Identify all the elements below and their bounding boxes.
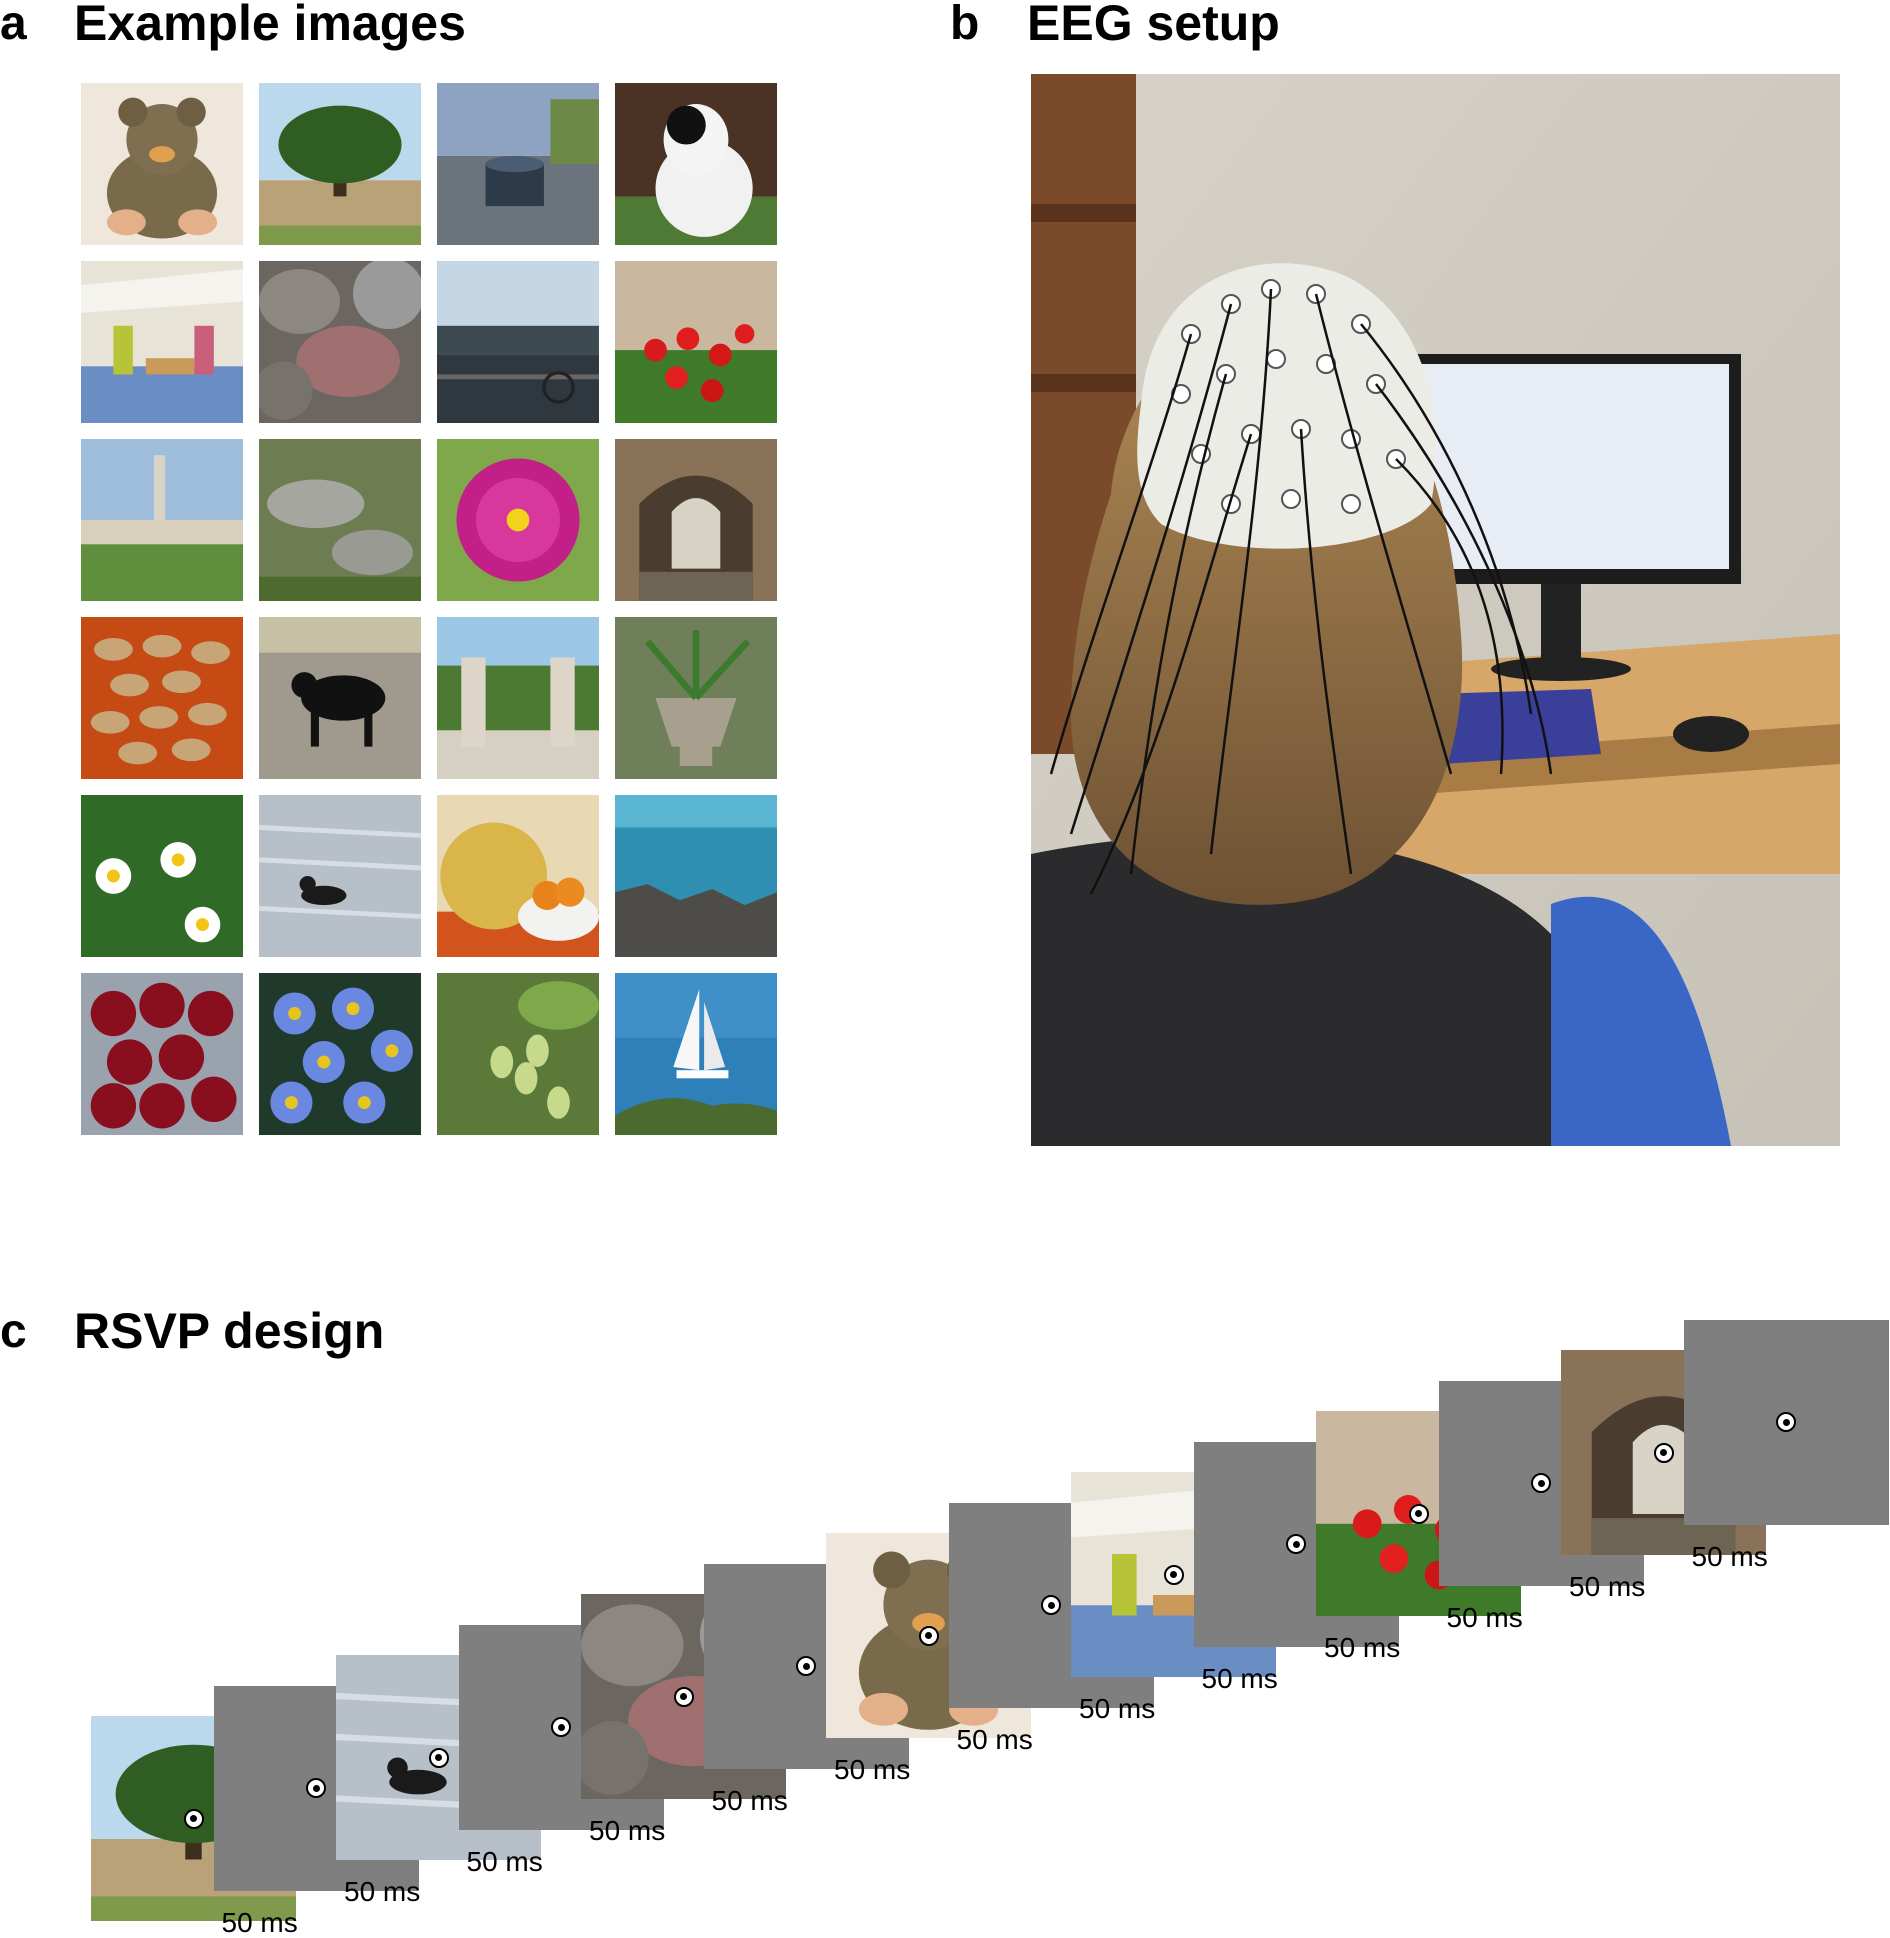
duration-label: 50 ms [466, 1845, 543, 1877]
fixation-dot [1408, 1503, 1429, 1524]
example-image-blue-asters [259, 973, 421, 1135]
example-image-bollard-by-water [437, 83, 599, 245]
example-image-market-stall [81, 261, 243, 423]
duration-label: 50 ms [956, 1723, 1033, 1755]
duration-label: 50 ms [1324, 1632, 1401, 1663]
example-image-daisies [81, 795, 243, 957]
example-image-melon-and-oranges [437, 795, 599, 957]
panel-b-letter: b [950, 0, 980, 50]
duration-label: 50 ms [221, 1906, 298, 1938]
fixation-dot [183, 1808, 204, 1829]
panel-a-title: Example images [74, 0, 466, 51]
example-image-pink-dahlia [437, 439, 599, 601]
fixation-dot [1776, 1412, 1796, 1432]
rsvp-sequence: 50 ms 50 ms 50 ms 50 ms 50 ms 50 ms 50 ms 50 ms… [0, 1300, 1890, 1936]
example-image-rocks [259, 261, 421, 423]
example-image-tree [259, 83, 421, 245]
panel-b-title: EEG setup [1027, 0, 1280, 51]
example-image-black-cow [259, 617, 421, 779]
example-image-rocky-coast [615, 795, 777, 957]
fixation-dot [551, 1717, 571, 1737]
duration-label: 50 ms [1079, 1693, 1156, 1724]
example-image-duck-on-water [259, 795, 421, 957]
fixation-dot [306, 1778, 326, 1798]
example-image-plaza-column [81, 439, 243, 601]
duration-label: 50 ms [344, 1876, 421, 1907]
example-image-sailboat [615, 973, 777, 1135]
example-image-green-berries [437, 973, 599, 1135]
duration-label: 50 ms [1201, 1662, 1278, 1694]
example-image-dog [615, 83, 777, 245]
example-image-garden-gate [437, 617, 599, 779]
fixation-dot [673, 1686, 694, 1707]
duration-label: 50 ms [1691, 1540, 1768, 1572]
fixation-dot [1286, 1534, 1306, 1554]
duration-label: 50 ms [1569, 1571, 1646, 1602]
fixation-dot [918, 1625, 939, 1646]
example-images-grid [81, 83, 781, 1138]
example-image-harbor-city [437, 261, 599, 423]
example-image-teddy-bear [81, 83, 243, 245]
duration-label: 50 ms [589, 1815, 666, 1846]
duration-label: 50 ms [1446, 1601, 1523, 1633]
example-image-cherries [81, 973, 243, 1135]
example-image-peanuts [81, 617, 243, 779]
eeg-setup-photo [1031, 74, 1840, 1146]
example-image-red-flowers-wall [615, 261, 777, 423]
fixation-dot [1041, 1595, 1061, 1615]
example-image-stone-urn-plant [615, 617, 777, 779]
panel-a-letter: a [0, 0, 27, 50]
duration-label: 50 ms [711, 1784, 788, 1816]
fixation-dot [1163, 1564, 1184, 1585]
example-image-stone-tunnel [615, 439, 777, 601]
fixation-dot [796, 1656, 816, 1676]
duration-label: 50 ms [834, 1754, 911, 1785]
example-image-rocky-plants [259, 439, 421, 601]
fixation-dot [1653, 1442, 1674, 1463]
fixation-dot [1531, 1473, 1551, 1493]
fixation-dot [428, 1747, 449, 1768]
